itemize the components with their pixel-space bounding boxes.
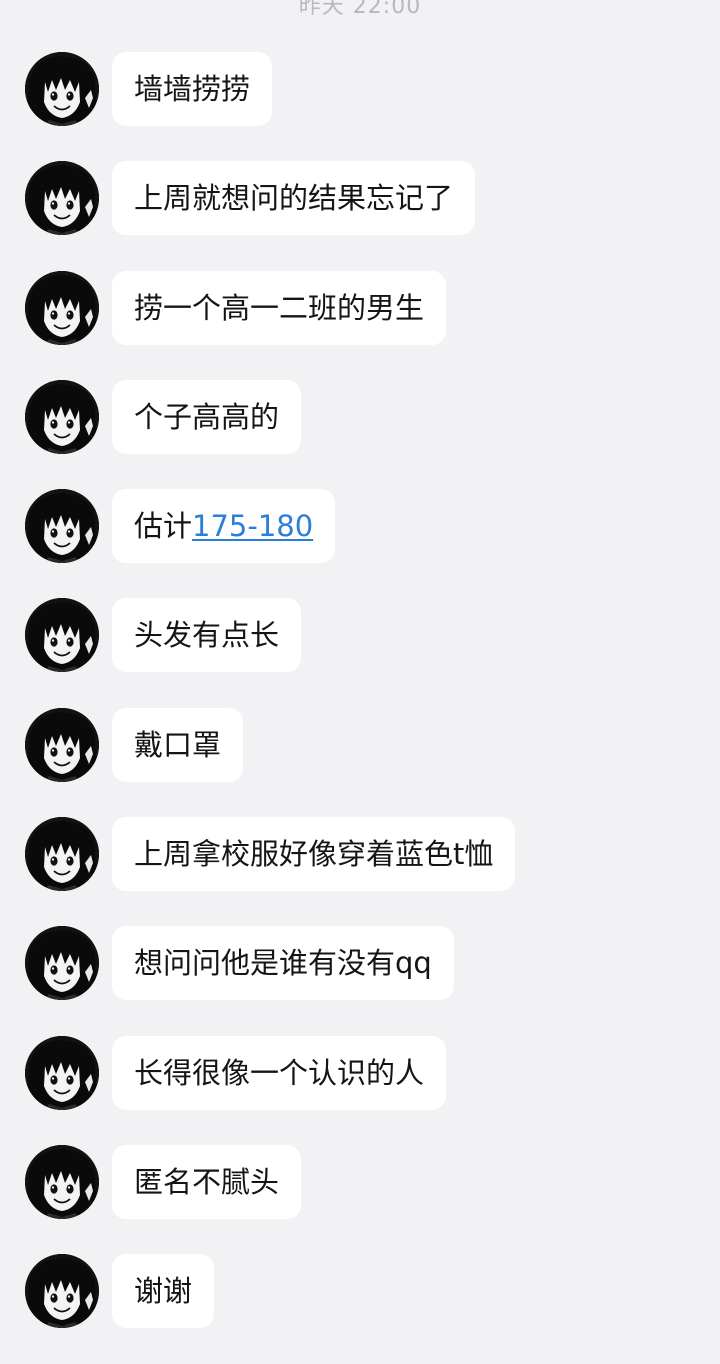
anime-girl-avatar-icon bbox=[25, 1144, 99, 1219]
message-bubble[interactable]: 匿名不腻头 bbox=[112, 1144, 302, 1219]
message-bubble[interactable]: 上周就想问的结果忘记了 bbox=[112, 161, 476, 236]
message-row: 墙墙捞捞 bbox=[0, 52, 720, 161]
avatar[interactable] bbox=[25, 817, 99, 892]
anime-girl-avatar-icon bbox=[25, 926, 99, 1001]
anime-girl-avatar-icon bbox=[25, 270, 99, 345]
avatar[interactable] bbox=[25, 379, 99, 454]
avatar[interactable] bbox=[25, 1144, 99, 1219]
message-bubble[interactable]: 个子高高的 bbox=[112, 379, 302, 454]
message-row: 谢谢 bbox=[0, 1254, 720, 1363]
message-bubble[interactable]: 长得很像一个认识的人 bbox=[112, 1035, 447, 1110]
message-bubble[interactable]: 上周拿校服好像穿着蓝色t恤 bbox=[112, 817, 516, 892]
avatar[interactable] bbox=[25, 161, 99, 236]
anime-girl-avatar-icon bbox=[25, 379, 99, 454]
message-bubble[interactable]: 墙墙捞捞 bbox=[112, 52, 273, 126]
message-bubble[interactable]: 捞一个高一二班的男生 bbox=[112, 270, 447, 345]
phone-number-link[interactable]: 175-180 bbox=[192, 509, 313, 543]
avatar[interactable] bbox=[25, 489, 99, 564]
message-row: 匿名不腻头 bbox=[0, 1144, 720, 1254]
avatar[interactable] bbox=[25, 52, 99, 126]
avatar[interactable] bbox=[25, 598, 99, 673]
anime-girl-avatar-icon bbox=[25, 1035, 99, 1110]
anime-girl-avatar-icon bbox=[25, 52, 99, 126]
anime-girl-avatar-icon bbox=[25, 598, 99, 673]
anime-girl-avatar-icon bbox=[25, 817, 99, 892]
message-row: 个子高高的 bbox=[0, 379, 720, 489]
chat-message-list[interactable]: 墙墙捞捞 上周就想问的结果忘记了 捞一个高一二班的男生 个子高高的 估计175-… bbox=[0, 52, 720, 1364]
anime-girl-avatar-icon bbox=[25, 161, 99, 236]
message-row: 估计175-180 bbox=[0, 489, 720, 598]
message-row: 捞一个高一二班的男生 bbox=[0, 270, 720, 380]
message-row: 上周拿校服好像穿着蓝色t恤 bbox=[0, 817, 720, 926]
message-bubble[interactable]: 想问问他是谁有没有qq bbox=[112, 926, 454, 1001]
avatar[interactable] bbox=[25, 707, 99, 782]
message-bubble[interactable]: 头发有点长 bbox=[112, 598, 302, 673]
chat-timestamp: 昨天 22:00 bbox=[298, 0, 422, 19]
anime-girl-avatar-icon bbox=[25, 489, 99, 564]
message-row: 上周就想问的结果忘记了 bbox=[0, 161, 720, 270]
message-row: 长得很像一个认识的人 bbox=[0, 1035, 720, 1145]
avatar[interactable] bbox=[25, 926, 99, 1001]
message-bubble[interactable]: 谢谢 bbox=[112, 1254, 215, 1329]
message-row: 头发有点长 bbox=[0, 598, 720, 707]
avatar[interactable] bbox=[25, 1035, 99, 1110]
message-bubble[interactable]: 估计175-180 bbox=[112, 489, 336, 564]
anime-girl-avatar-icon bbox=[25, 1254, 99, 1329]
avatar[interactable] bbox=[25, 270, 99, 345]
message-row: 想问问他是谁有没有qq bbox=[0, 926, 720, 1035]
message-text: 估计 bbox=[134, 509, 193, 544]
message-row: 戴口罩 bbox=[0, 707, 720, 817]
anime-girl-avatar-icon bbox=[25, 707, 99, 782]
message-bubble[interactable]: 戴口罩 bbox=[112, 707, 244, 782]
avatar[interactable] bbox=[25, 1254, 99, 1329]
